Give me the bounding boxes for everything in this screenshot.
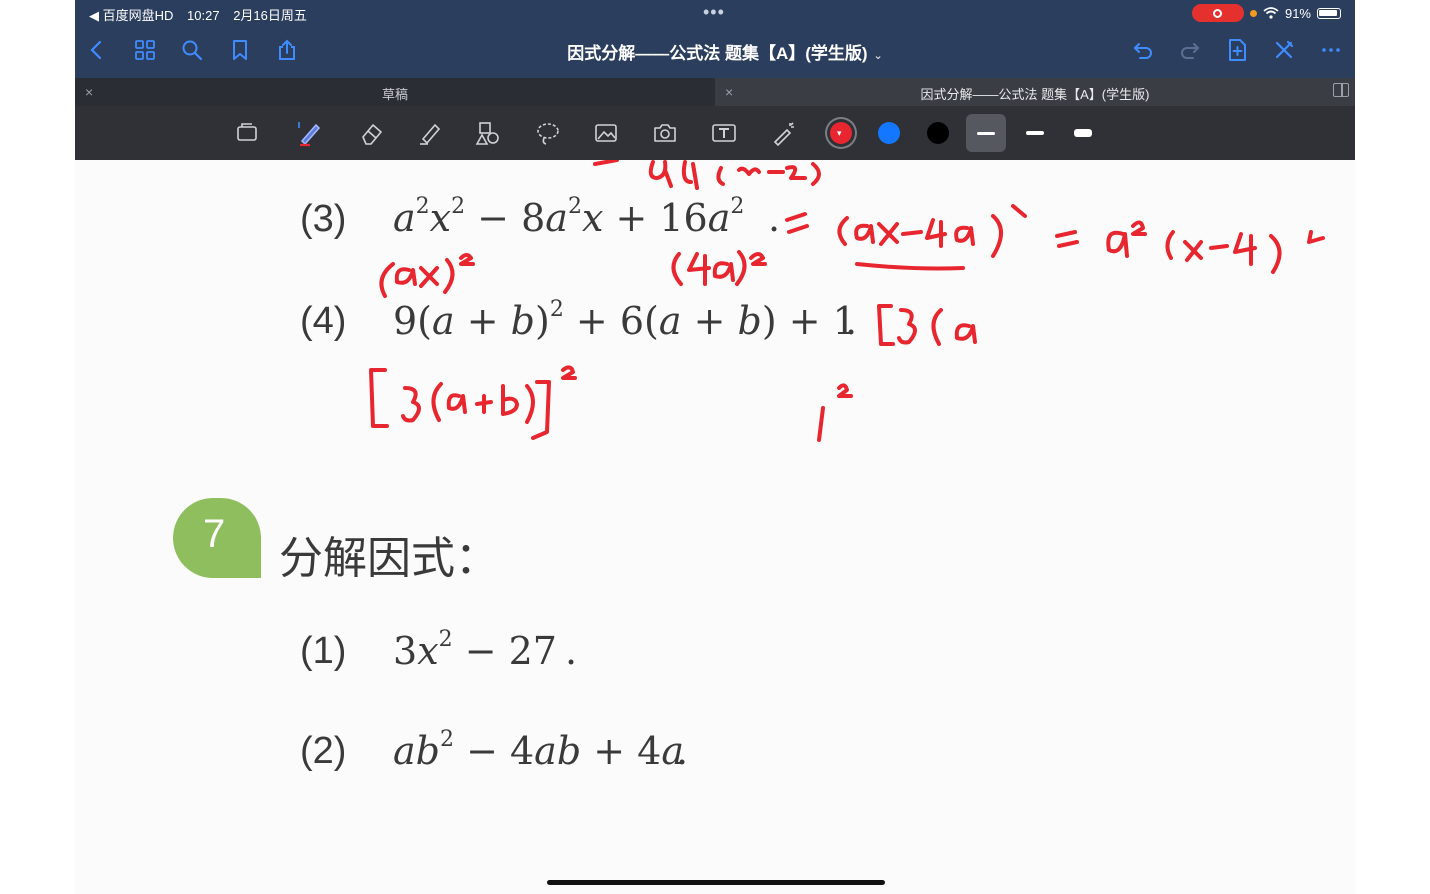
app-header: ◀ 百度网盘HD 10:27 2月16日周五 ••• 91% 因式分解——公式法… xyxy=(75,0,1355,78)
tab-label: 草稿 xyxy=(381,87,408,102)
back-chevron-icon[interactable] xyxy=(83,36,111,64)
tab-draft[interactable]: × 草稿 xyxy=(75,78,715,106)
grid-view-icon[interactable] xyxy=(131,36,159,64)
battery-percent: 91% xyxy=(1284,5,1311,21)
stroke-thin[interactable] xyxy=(966,114,1006,152)
color-swatch-red[interactable]: ▾ xyxy=(830,122,852,144)
highlighter-icon[interactable] xyxy=(413,117,447,149)
chevron-down-icon: ⌄ xyxy=(873,50,883,62)
home-indicator[interactable] xyxy=(547,880,885,885)
stroke-medium[interactable] xyxy=(1015,114,1055,152)
color-swatch-black[interactable] xyxy=(927,122,949,144)
lasso-icon[interactable] xyxy=(531,117,565,149)
status-date: 2月16日周五 xyxy=(233,8,307,23)
document-title-text: 因式分解——公式法 题集【A】(学生版) xyxy=(567,44,868,63)
tab-document[interactable]: × 因式分解——公式法 题集【A】(学生版) xyxy=(715,78,1355,106)
wifi-icon xyxy=(1263,7,1279,19)
status-time: 10:27 xyxy=(187,8,220,23)
camera-icon[interactable] xyxy=(648,117,682,149)
text-box-icon[interactable] xyxy=(707,117,741,149)
back-to-app-link[interactable]: ◀ 百度网盘HD xyxy=(89,8,173,23)
split-view-icon[interactable] xyxy=(1333,83,1349,97)
pen-icon[interactable] xyxy=(293,117,327,149)
problem-expression: ab2 − 4ab + 4a xyxy=(393,727,684,773)
redo-icon[interactable] xyxy=(1176,36,1204,64)
problem-expression: 9(a + b)2 + 6(a + b) + 1 xyxy=(393,297,857,343)
laser-pointer-icon[interactable] xyxy=(767,117,801,149)
problem-number: (3) xyxy=(300,198,347,240)
close-pen-icon[interactable] xyxy=(1270,36,1298,64)
image-icon[interactable] xyxy=(589,117,623,149)
handwritten-annotations xyxy=(369,160,1325,442)
bookmark-icon[interactable] xyxy=(226,36,254,64)
problem-period: . xyxy=(676,729,689,773)
document-page[interactable]: (3) a2x2 − 8a2x + 16a2 . (4) 9(a + b)2 +… xyxy=(75,160,1355,894)
add-page-icon[interactable] xyxy=(1223,36,1251,64)
section-number-badge: 7 xyxy=(173,498,261,578)
share-icon[interactable] xyxy=(273,36,301,64)
mic-indicator-icon xyxy=(1249,9,1257,17)
problem-number: (1) xyxy=(300,630,347,672)
eraser-icon[interactable] xyxy=(355,117,389,149)
tab-label: 因式分解——公式法 题集【A】(学生版) xyxy=(920,87,1150,102)
ipad-screen: ◀ 百度网盘HD 10:27 2月16日周五 ••• 91% 因式分解——公式法… xyxy=(75,0,1355,894)
pen-toolbar: ▾ xyxy=(75,106,1355,160)
problem-number: (2) xyxy=(300,730,347,772)
status-bar: ◀ 百度网盘HD 10:27 2月16日周五 ••• 91% xyxy=(75,0,1355,26)
screen-recording-icon[interactable] xyxy=(1191,4,1244,22)
shapes-icon[interactable] xyxy=(471,117,505,149)
problem-expression: a2x2 − 8a2x + 16a2 xyxy=(393,194,745,240)
document-title[interactable]: 因式分解——公式法 题集【A】(学生版) ⌄ xyxy=(555,39,895,64)
problem-period: . xyxy=(768,196,781,240)
undo-icon[interactable] xyxy=(1129,36,1157,64)
multitask-dots[interactable]: ••• xyxy=(703,2,725,23)
battery-icon xyxy=(1317,7,1341,19)
nav-bar: 因式分解——公式法 题集【A】(学生版) ⌄ xyxy=(75,30,1355,70)
problem-period: . xyxy=(845,299,858,343)
more-icon[interactable] xyxy=(1317,36,1345,64)
read-mode-icon[interactable] xyxy=(230,117,264,149)
section-number: 7 xyxy=(203,512,226,556)
chevron-down-icon: ▾ xyxy=(837,128,842,138)
search-icon[interactable] xyxy=(178,36,206,64)
document-tabs: × 草稿 × 因式分解——公式法 题集【A】(学生版) xyxy=(75,78,1355,106)
stroke-thick[interactable] xyxy=(1063,114,1103,152)
color-swatch-blue[interactable] xyxy=(878,122,900,144)
problem-expression: 3x2 − 27 xyxy=(393,627,557,673)
problem-number: (4) xyxy=(300,300,347,342)
section-title: 分解因式： xyxy=(279,534,499,583)
problem-period: . xyxy=(565,629,578,673)
